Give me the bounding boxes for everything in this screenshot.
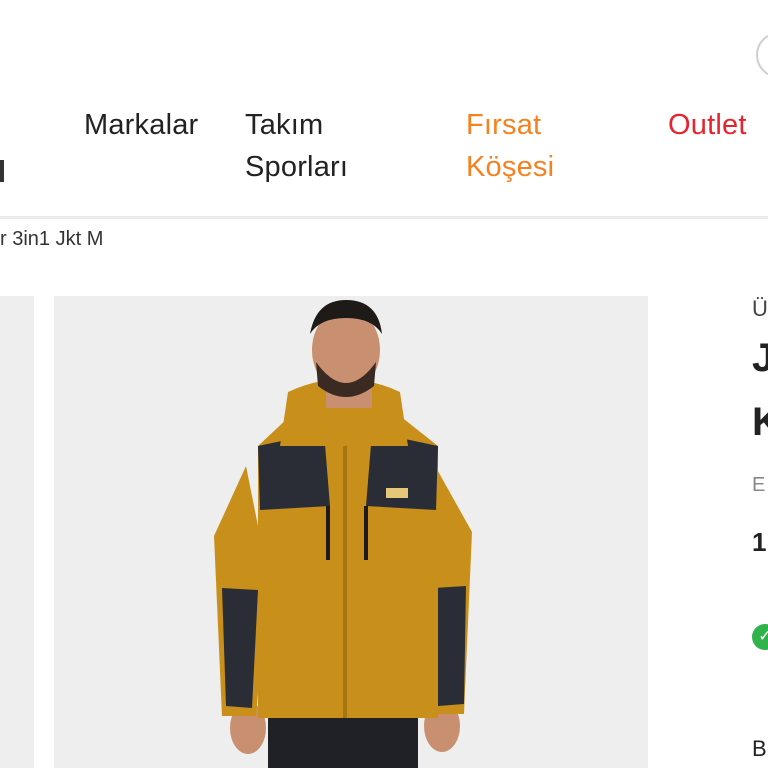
jacket-product-photo (214, 300, 472, 768)
nav-item-takim-sporlari[interactable]: Takım Sporları (245, 104, 348, 188)
nav-item-outlet[interactable]: Outlet (668, 104, 747, 146)
thumbnail-strip[interactable] (0, 296, 34, 768)
header-divider (0, 216, 768, 219)
product-main-image[interactable] (54, 296, 648, 768)
breadcrumb-current: r 3in1 Jkt M (0, 228, 104, 250)
nav-item-partial[interactable] (0, 160, 4, 182)
nav-item-label-line2: Köşesi (466, 151, 555, 183)
header-icon-button[interactable] (756, 32, 768, 78)
product-page: Markalar Takım Sporları Fırsat Köşesi Ou… (0, 0, 768, 768)
breadcrumb: r 3in1 Jkt M (0, 224, 103, 254)
review-summary[interactable]: E (752, 472, 765, 498)
product-title: J (752, 336, 768, 380)
main-navigation: Markalar Takım Sporları Fırsat Köşesi Ou… (0, 0, 768, 219)
size-label: B (752, 736, 767, 761)
product-price: 1 (752, 527, 767, 557)
nav-item-markalar[interactable]: Markalar (84, 104, 198, 146)
nav-item-firsat-kosesi[interactable]: Fırsat Köşesi (466, 104, 554, 188)
brand-label[interactable]: Ü (752, 296, 768, 322)
nav-item-label-line2: Sporları (245, 151, 349, 183)
product-title-line2: K (752, 400, 768, 444)
nav-item-label: Markalar (84, 109, 199, 141)
nav-item-label: Takım (245, 109, 324, 141)
nav-item-label: Outlet (668, 109, 747, 141)
nav-item-label: Fırsat (466, 109, 542, 141)
check-circle-icon: ✓ (752, 624, 768, 650)
